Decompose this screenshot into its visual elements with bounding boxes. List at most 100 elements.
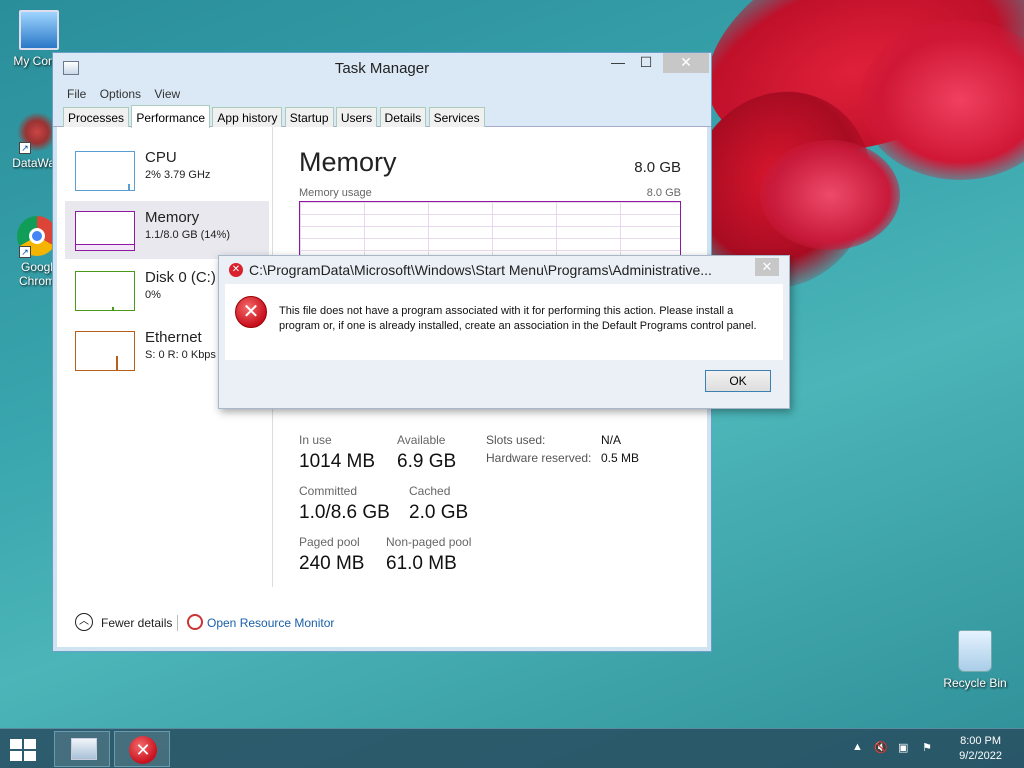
ok-button[interactable]: OK bbox=[705, 370, 771, 392]
tab-users[interactable]: Users bbox=[335, 107, 378, 127]
task-manager-icon bbox=[71, 738, 97, 760]
resource-name: Memory bbox=[145, 209, 200, 226]
resource-name: CPU bbox=[145, 149, 177, 166]
taskbar-task-manager[interactable] bbox=[54, 731, 110, 767]
tab-startup[interactable]: Startup bbox=[284, 107, 334, 127]
disk-thumbnail-graph bbox=[75, 271, 135, 311]
open-resource-monitor-link[interactable]: Open Resource Monitor bbox=[207, 616, 334, 630]
chevron-up-icon[interactable]: ︿ bbox=[75, 613, 93, 631]
stat-value: 1014 MB bbox=[299, 451, 376, 472]
title-bar[interactable]: Task Manager — ☐ ✕ bbox=[53, 53, 711, 83]
error-icon: ✕ bbox=[235, 296, 267, 328]
hardware-reserved-value: 0.5 MB bbox=[601, 451, 640, 465]
memory-usage-graph bbox=[299, 201, 681, 261]
wallpaper-petal bbox=[760, 140, 900, 250]
shortcut-arrow-icon: ↗ bbox=[19, 142, 31, 154]
stat-cached: Cached 2.0 GB bbox=[409, 484, 468, 524]
computer-icon bbox=[19, 10, 59, 50]
dialog-close-button[interactable]: ✕ bbox=[755, 258, 779, 276]
dialog-title: C:\ProgramData\Microsoft\Windows\Start M… bbox=[249, 262, 712, 278]
resource-value: S: 0 R: 0 Kbps bbox=[145, 349, 216, 361]
stat-paged-pool: Paged pool 240 MB bbox=[299, 535, 364, 575]
stat-value: 1.0/8.6 GB bbox=[299, 502, 390, 523]
resource-monitor-icon bbox=[187, 614, 203, 630]
hardware-reserved-label: Hardware reserved: bbox=[486, 451, 592, 465]
resource-name: Disk 0 (C:) bbox=[145, 269, 216, 286]
resource-name: Ethernet bbox=[145, 329, 202, 346]
action-center-icon[interactable]: ⚑ bbox=[922, 741, 932, 754]
memory-total: 8.0 GB bbox=[634, 159, 681, 176]
taskbar: ✕ ▲ 🔇 ▣ ⚑ 8:00 PM 9/2/2022 bbox=[0, 728, 1024, 768]
clock-date: 9/2/2022 bbox=[959, 750, 1002, 762]
dialog-message: This file does not have a program associ… bbox=[279, 305, 757, 332]
stat-value: 61.0 MB bbox=[386, 553, 457, 574]
stat-value: 6.9 GB bbox=[397, 451, 457, 472]
dialog-title-bar[interactable]: ✕ C:\ProgramData\Microsoft\Windows\Start… bbox=[219, 256, 789, 284]
stat-label: Paged pool bbox=[299, 535, 360, 549]
slots-used-label: Slots used: bbox=[486, 433, 546, 447]
volume-muted-icon[interactable]: 🔇 bbox=[874, 741, 888, 754]
menu-file[interactable]: File bbox=[67, 87, 86, 101]
graph-line bbox=[128, 184, 130, 190]
recycle-bin-icon bbox=[958, 630, 992, 672]
memory-usage-max: 8.0 GB bbox=[646, 187, 681, 199]
stat-label: Non-paged pool bbox=[386, 535, 472, 549]
graph-line bbox=[112, 307, 114, 310]
minimize-button[interactable]: — bbox=[605, 53, 631, 73]
stat-non-paged-pool: Non-paged pool 61.0 MB bbox=[386, 535, 471, 575]
stat-label: Available bbox=[397, 433, 446, 447]
windows-logo-pane bbox=[24, 739, 36, 749]
tab-bar: Processes Performance App history Startu… bbox=[53, 105, 711, 128]
network-icon[interactable]: ▣ bbox=[898, 741, 908, 754]
dialog-content: ✕ This file does not have a program asso… bbox=[225, 284, 783, 360]
stat-label: Cached bbox=[409, 484, 451, 498]
start-button[interactable] bbox=[8, 737, 40, 763]
chrome-icon: ↗ bbox=[17, 216, 57, 258]
desktop-icon-label: Recycle Bin bbox=[943, 676, 1007, 690]
menu-bar: File Options View bbox=[53, 83, 711, 105]
maximize-button[interactable]: ☐ bbox=[633, 53, 659, 73]
stat-label: In use bbox=[299, 433, 332, 447]
shortcut-arrow-icon: ↗ bbox=[19, 246, 31, 258]
memory-usage-label: Memory usage bbox=[299, 187, 372, 199]
desktop-icon-recycle-bin[interactable]: Recycle Bin bbox=[940, 630, 1010, 690]
datawag-icon: ↗ bbox=[17, 112, 57, 154]
fewer-details-button[interactable]: Fewer details bbox=[101, 616, 172, 630]
error-icon: ✕ bbox=[229, 263, 243, 277]
resource-item-memory[interactable]: Memory 1.1/8.0 GB (14%) bbox=[65, 201, 269, 259]
graph-line bbox=[116, 356, 118, 370]
tab-services[interactable]: Services bbox=[428, 107, 485, 127]
tab-performance[interactable]: Performance bbox=[131, 105, 211, 128]
error-icon: ✕ bbox=[129, 736, 157, 764]
error-dialog: ✕ C:\ProgramData\Microsoft\Windows\Start… bbox=[218, 255, 790, 409]
cpu-thumbnail-graph bbox=[75, 151, 135, 191]
close-button[interactable]: ✕ bbox=[663, 53, 709, 73]
tab-processes[interactable]: Processes bbox=[63, 107, 130, 127]
ethernet-thumbnail-graph bbox=[75, 331, 135, 371]
graph-fill bbox=[76, 244, 134, 250]
show-hidden-icons-chevron-icon[interactable]: ▲ bbox=[852, 741, 863, 753]
stat-in-use: In use 1014 MB bbox=[299, 433, 375, 473]
windows-logo-pane bbox=[24, 751, 36, 761]
stat-available: Available 6.9 GB bbox=[397, 433, 456, 473]
slots-used-value: N/A bbox=[601, 433, 622, 447]
windows-logo-pane bbox=[10, 751, 22, 761]
stat-committed: Committed 1.0/8.6 GB bbox=[299, 484, 390, 524]
tab-details[interactable]: Details bbox=[379, 107, 427, 127]
memory-thumbnail-graph bbox=[75, 211, 135, 251]
resource-value: 0% bbox=[145, 289, 161, 301]
menu-view[interactable]: View bbox=[154, 87, 180, 101]
divider bbox=[177, 615, 178, 631]
resource-value: 1.1/8.0 GB (14%) bbox=[145, 229, 230, 241]
menu-options[interactable]: Options bbox=[100, 87, 141, 101]
taskbar-error-dialog[interactable]: ✕ bbox=[114, 731, 170, 767]
footer-bar: ︿ Fewer details Open Resource Monitor bbox=[69, 611, 469, 635]
stat-label: Committed bbox=[299, 484, 358, 498]
resource-item-cpu[interactable]: CPU 2% 3.79 GHz bbox=[65, 141, 269, 199]
clock-time: 8:00 PM bbox=[960, 735, 1002, 747]
stat-value: 2.0 GB bbox=[409, 502, 469, 523]
stat-value: 240 MB bbox=[299, 553, 365, 574]
tab-app-history[interactable]: App history bbox=[212, 107, 283, 127]
resource-value: 2% 3.79 GHz bbox=[145, 169, 211, 181]
taskbar-clock[interactable]: 8:00 PM 9/2/2022 bbox=[959, 734, 1002, 764]
